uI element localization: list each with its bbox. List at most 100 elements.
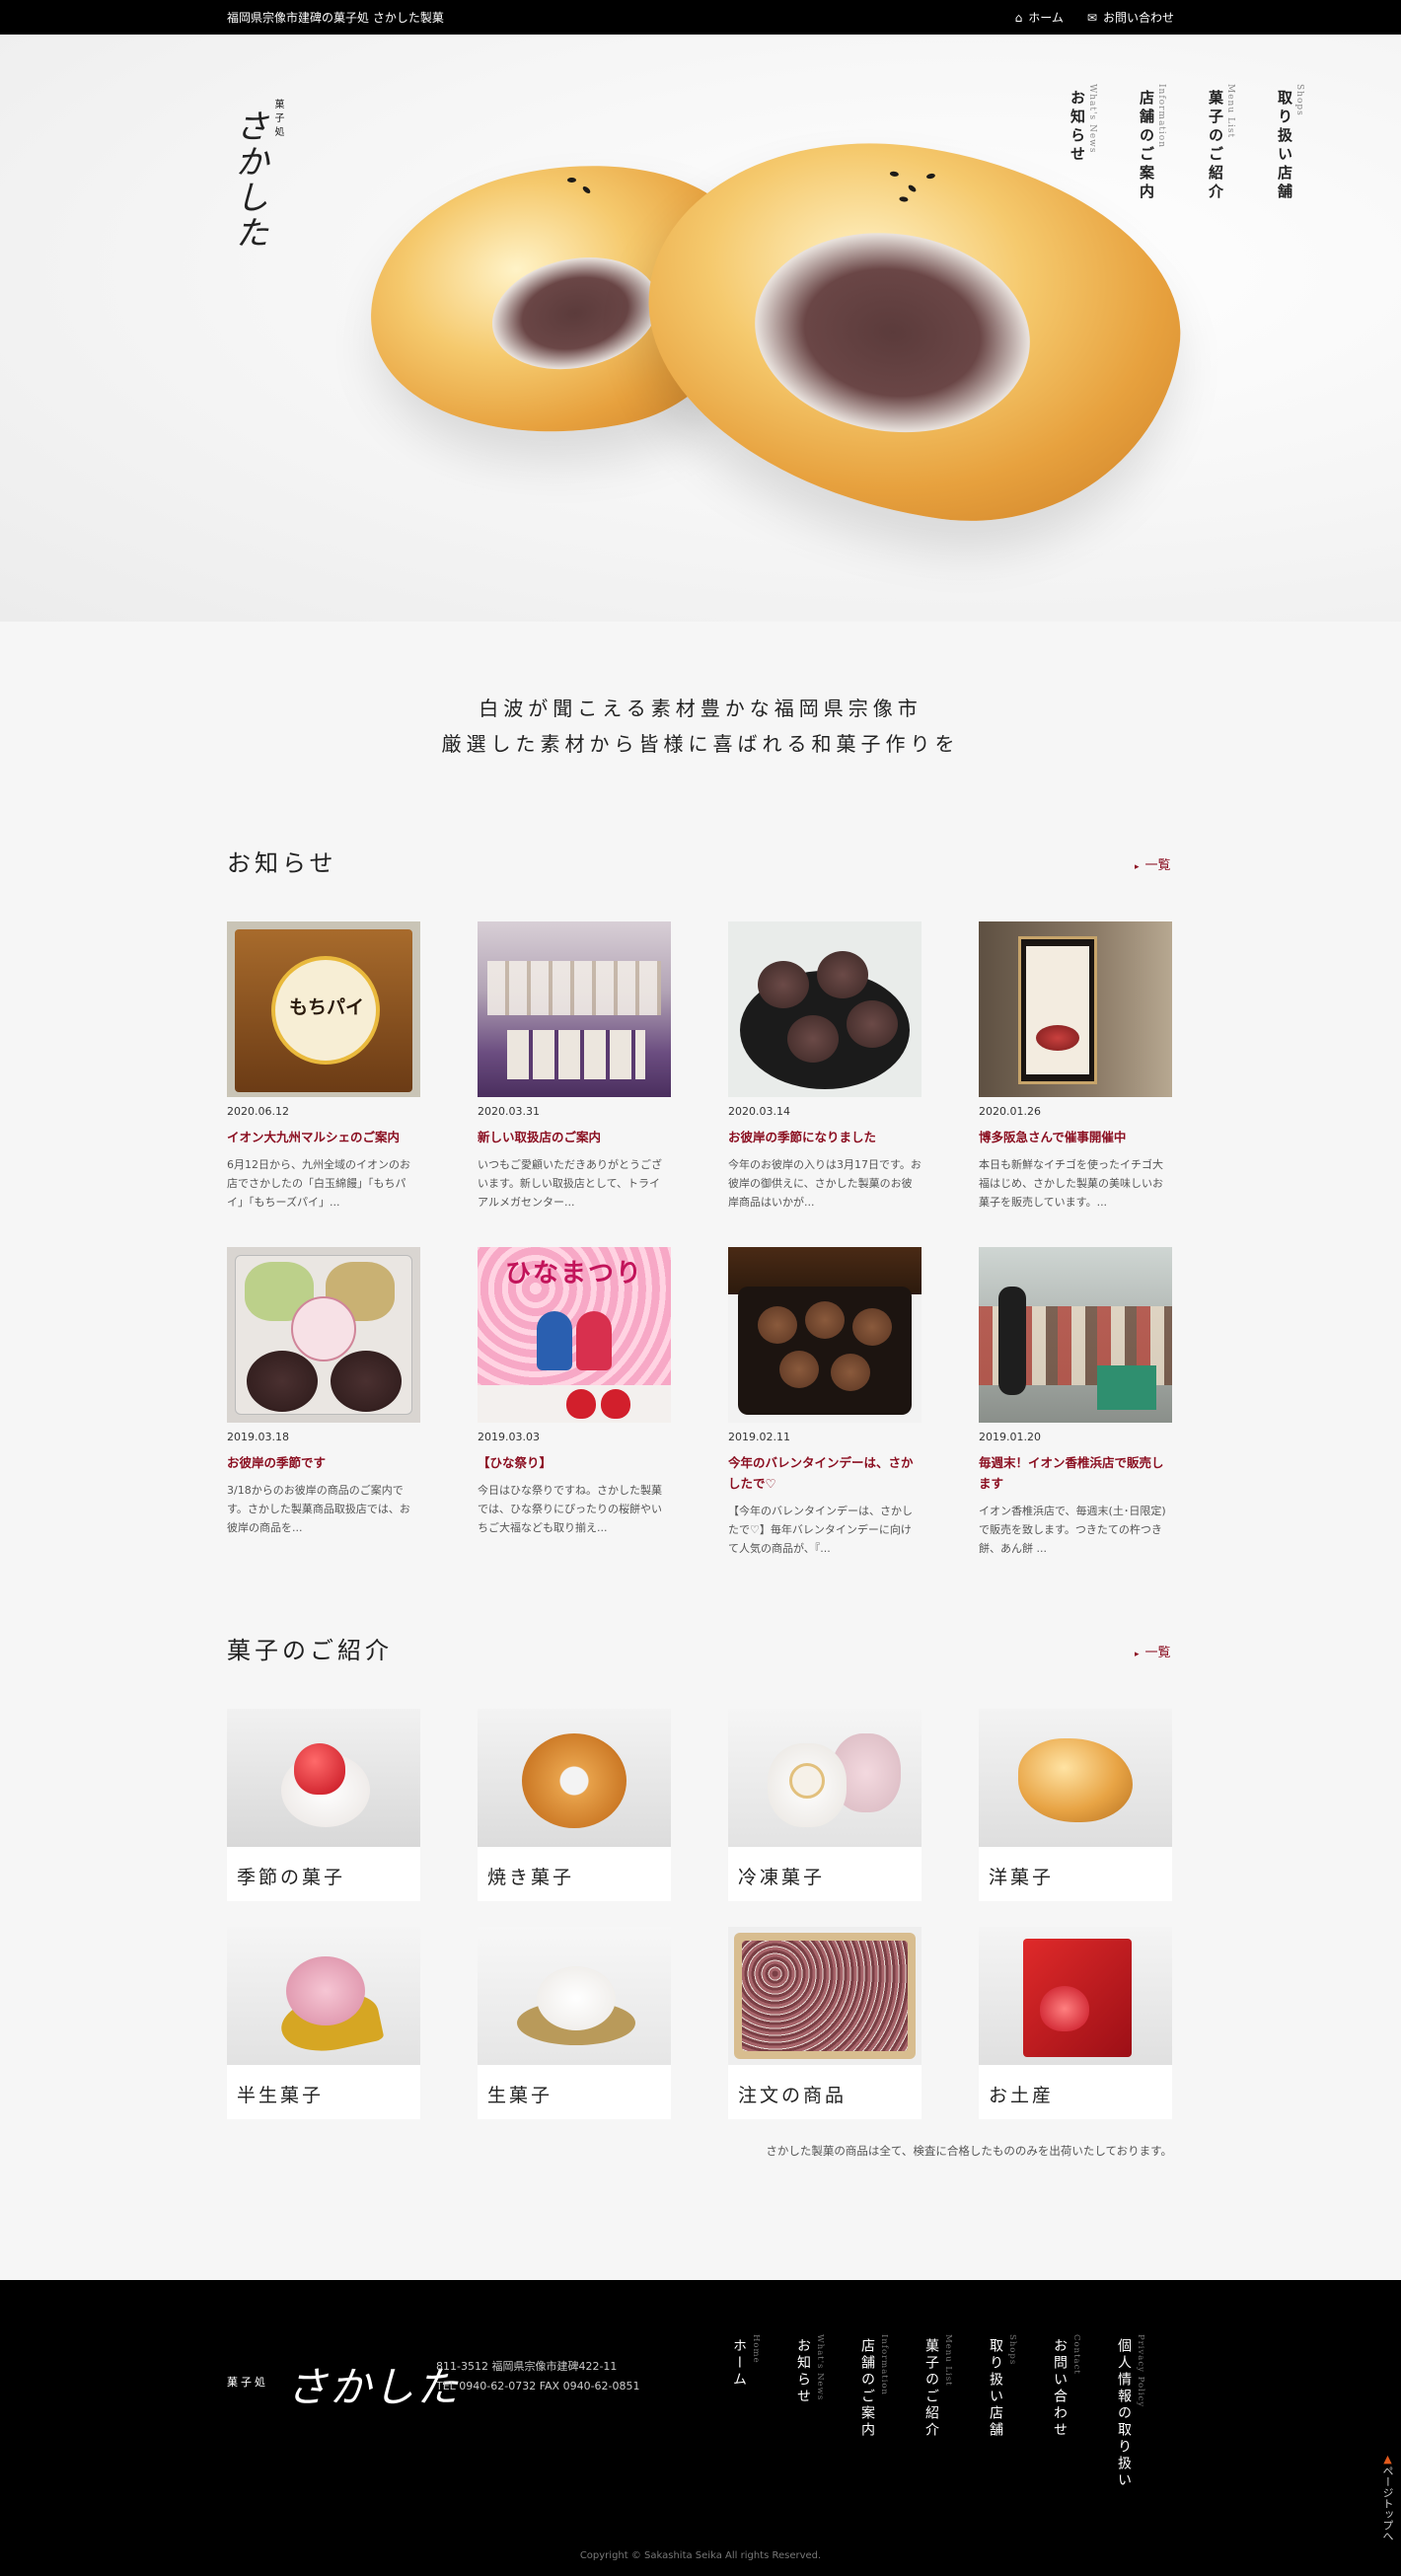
home-link[interactable]: ⌂ ホーム [1015,9,1064,26]
page-top-button[interactable]: ▲ページトップへ [1379,2453,1395,2541]
news-title-7: 今年のバレンタインデーは、さかしたで♡ [728,1455,914,1491]
products-section-title: 菓子のご紹介 [227,1637,393,1664]
footer-nav-news-label: お知らせ [795,2338,811,2405]
product-card-baked[interactable]: 焼き菓子 [478,1709,671,1901]
footer-nav-news[interactable]: What's News お知らせ [787,2334,851,2522]
hero-nav-menu[interactable]: Menu List 菓子のご紹介 [1190,84,1259,222]
hero-nav-menu-label: 菓子のご紹介 [1207,90,1224,202]
top-bar: 福岡県宗像市建碑の菓子処 さかした製菓 ⌂ ホーム ✉ お問い合わせ [0,0,1401,35]
hero-nav-information[interactable]: Information 店舗のご案内 [1121,84,1190,222]
footer-nav-home-en: Home [751,2334,761,2364]
site-tagline: 福岡県宗像市建碑の菓子処 さかした製菓 [227,11,444,25]
news-card-4[interactable]: 2020.01.26 博多阪急さんで催事開催中 本日も新鮮なイチゴを使ったイチゴ… [979,921,1172,1212]
news-thumb-4 [979,921,1172,1097]
footer-nav-menu-en: Menu List [943,2334,953,2387]
house-icon: ⌂ [1014,11,1023,25]
hero-nav-menu-en: Menu List [1225,84,1235,139]
product-image-western [979,1709,1172,1847]
product-card-souvenir[interactable]: お土産 [979,1927,1172,2119]
news-thumb-1-text: もちパイ [288,996,364,1018]
news-more-link[interactable]: ▸ 一覧 [1135,854,1171,873]
triangle-right-icon: ▸ [1135,1650,1140,1659]
news-date-2: 2020.03.31 [478,1105,540,1118]
footer-address-block: 811-3512 福岡県宗像市建碑422-11 TEL 0940-62-0732… [436,2357,640,2396]
product-card-fresh[interactable]: 生菓子 [478,1927,671,2119]
product-image-fresh [478,1927,671,2065]
hero-nav-news-label: お知らせ [1069,90,1086,165]
news-excerpt-1: 6月12日から、九州全域のイオンのお店でさかしたの「白玉綿饅」「もちパイ」「もち… [227,1158,410,1209]
footer-nav-shops-label: 取り扱い店舗 [988,2338,1003,2439]
news-date-1: 2020.06.12 [227,1105,289,1118]
news-thumb-8 [979,1247,1172,1423]
footer-nav-home-label: ホーム [731,2338,747,2389]
news-excerpt-6: 今日はひな祭りですね。さかした製菓では、ひな祭りにぴったりの桜餅やいちご大福など… [478,1484,662,1534]
footer-nav-news-en: What's News [815,2334,825,2401]
footer-nav-information-label: 店舗のご案内 [859,2338,875,2439]
footer-nav-privacy-en: Privacy Policy [1136,2334,1145,2408]
footer-nav-privacy[interactable]: Privacy Policy 個人情報の取り扱い [1108,2334,1172,2522]
news-excerpt-8: イオン香椎浜店で、毎週末(土･日限定)で販売を致します。つきたての杵つき餅、あん… [979,1505,1166,1555]
product-card-order[interactable]: 注文の商品 [728,1927,922,2119]
footer-nav-contact-en: Contact [1071,2334,1081,2375]
news-date-4: 2020.01.26 [979,1105,1041,1118]
news-thumb-2 [478,921,671,1097]
footer-nav-information[interactable]: Information 店舗のご案内 [851,2334,916,2522]
copyright: Copyright © Sakashita Seika All rights R… [579,2550,822,2561]
news-excerpt-4: 本日も新鮮なイチゴを使ったイチゴ大福はじめ、さかした製菓の美味しいお菓子を販売し… [979,1158,1163,1209]
hero-nav-shops[interactable]: Shops 取り扱い店舗 [1259,84,1328,222]
footer-nav-menu[interactable]: Menu List 菓子のご紹介 [916,2334,980,2522]
product-card-frozen[interactable]: 冷凍菓子 [728,1709,922,1901]
news-title-1: イオン大九州マルシェのご案内 [227,1130,401,1144]
intro-line-2: 厳選した素材から皆様に喜ばれる和菓子作りを [441,732,960,756]
news-card-5[interactable]: 2019.03.18 お彼岸の季節です 3/18からのお彼岸の商品のご案内です。… [227,1247,420,1537]
contact-link-label: お問い合わせ [1102,11,1174,25]
news-card-8[interactable]: 2019.01.20 毎週末！イオン香椎浜店で販売します イオン香椎浜店で、毎週… [979,1247,1172,1558]
footer-nav-contact-label: お問い合わせ [1052,2338,1068,2439]
product-image-order [728,1927,922,2065]
news-card-6[interactable]: ひなまつり 2019.03.03 【ひな祭り】 今日はひな祭りですね。さかした製… [478,1247,671,1537]
news-date-7: 2019.02.11 [728,1431,790,1443]
news-title-5: お彼岸の季節です [227,1455,327,1470]
hero-nav-information-en: Information [1156,84,1166,149]
products-more-link[interactable]: ▸ 一覧 [1135,1642,1171,1660]
news-thumb-6: ひなまつり [478,1247,671,1423]
product-image-seasonal [227,1709,420,1847]
hero-nav-news[interactable]: What's News お知らせ [1052,84,1121,222]
news-date-8: 2019.01.20 [979,1431,1041,1443]
product-label-order: 注文の商品 [738,2085,848,2106]
envelope-icon: ✉ [1086,11,1097,25]
footer-nav-shops-en: Shops [1007,2334,1017,2366]
news-excerpt-3: 今年のお彼岸の入りは3月17日です。お彼岸の御供えに、さかした製菓のお彼岸商品は… [728,1158,922,1209]
products-note: さかした製菓の商品は全て、検査に合格したもののみを出荷いたしております。 [766,2144,1172,2158]
home-link-label: ホーム [1028,11,1064,25]
site-logo[interactable]: 菓子処 さかした [225,99,284,266]
news-thumb-3 [728,921,922,1097]
hero-nav-news-en: What's News [1087,84,1097,154]
news-card-1[interactable]: もちパイ 2020.06.12 イオン大九州マルシェのご案内 6月12日から、九… [227,921,420,1212]
hero-banner: 菓子処 さかした Shops 取り扱い店舗 Menu List 菓子のご紹介 I… [0,35,1401,622]
news-card-2[interactable]: 2020.03.31 新しい取扱店のご案内 いつもご愛顧いただきありがとうござい… [478,921,671,1212]
intro-line-1: 白波が聞こえる素材豊かな福岡県宗像市 [479,697,922,720]
news-title-4: 博多阪急さんで催事開催中 [979,1130,1127,1144]
footer-nav-shops[interactable]: Shops 取り扱い店舗 [980,2334,1044,2522]
news-excerpt-2: いつもご愛顧いただきありがとうございます。新しい取扱店として、トライアルメガセン… [478,1158,662,1209]
footer-nav-contact[interactable]: Contact お問い合わせ [1044,2334,1108,2522]
news-title-2: 新しい取扱店のご案内 [478,1130,602,1144]
product-card-seasonal[interactable]: 季節の菓子 [227,1709,420,1901]
news-card-3[interactable]: 2020.03.14 お彼岸の季節になりました 今年のお彼岸の入りは3月17日で… [728,921,922,1212]
product-image-frozen [728,1709,922,1847]
hero-nav: Shops 取り扱い店舗 Menu List 菓子のご紹介 Informatio… [1052,84,1328,222]
news-title-3: お彼岸の季節になりました [728,1130,877,1144]
product-label-frozen: 冷凍菓子 [738,1867,826,1888]
contact-link[interactable]: ✉ お問い合わせ [1087,9,1174,26]
news-card-7[interactable]: 2019.02.11 今年のバレンタインデーは、さかしたで♡ 【今年のバレンタイ… [728,1247,922,1558]
footer-nav-home[interactable]: Home ホーム [723,2334,787,2522]
product-card-semi-fresh[interactable]: 半生菓子 [227,1927,420,2119]
product-card-western[interactable]: 洋菓子 [979,1709,1172,1901]
product-label-baked: 焼き菓子 [487,1867,575,1888]
product-label-seasonal: 季節の菓子 [237,1867,346,1888]
hero-nav-information-label: 店舗のご案内 [1138,90,1155,202]
footer-phone: TEL 0940-62-0732 FAX 0940-62-0851 [436,2380,640,2392]
news-section-title: お知らせ [227,849,337,877]
intro-text: 白波が聞こえる素材豊かな福岡県宗像市 厳選した素材から皆様に喜ばれる和菓子作りを [0,691,1401,762]
